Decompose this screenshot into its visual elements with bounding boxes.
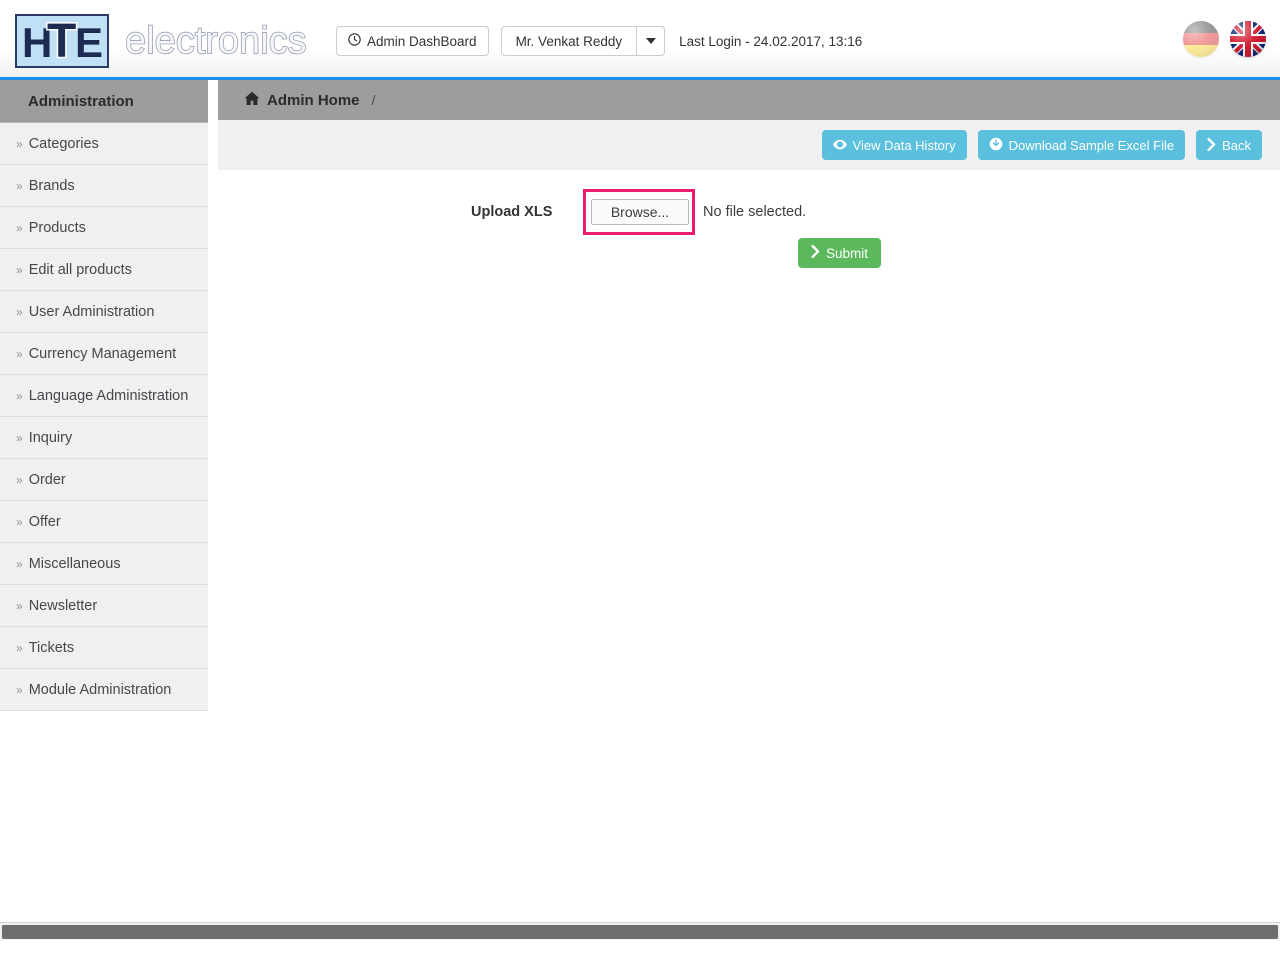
download-circle-icon xyxy=(989,137,1003,153)
sidebar-nav: Administration » Categories » Brands » P… xyxy=(0,80,208,711)
sidebar-item-user-administration[interactable]: » User Administration xyxy=(0,291,208,333)
chevron-right-icon xyxy=(811,245,820,261)
logo-wordmark: electronics xyxy=(124,19,307,62)
sidebar-title: Administration xyxy=(0,80,208,123)
sidebar-item-products[interactable]: » Products xyxy=(0,207,208,249)
sidebar-item-label: Categories xyxy=(28,135,99,152)
submit-row: Submit xyxy=(218,238,1280,268)
sidebar-item-label: Brands xyxy=(28,177,75,194)
view-data-history-button[interactable]: View Data History xyxy=(821,130,967,160)
chevron-double-right-icon: » xyxy=(16,682,23,697)
hte-logo-mark: H T E xyxy=(15,14,109,68)
chevron-double-right-icon: » xyxy=(16,262,23,277)
sidebar-item-label: Tickets xyxy=(28,639,75,656)
sidebar-item-tickets[interactable]: » Tickets xyxy=(0,627,208,669)
view-data-history-label: View Data History xyxy=(852,137,956,153)
sidebar-item-currency-management[interactable]: » Currency Management xyxy=(0,333,208,375)
sidebar-item-brands[interactable]: » Brands xyxy=(0,165,208,207)
sidebar-item-label: Module Administration xyxy=(28,681,172,698)
home-icon[interactable] xyxy=(244,91,260,110)
download-sample-excel-button[interactable]: Download Sample Excel File xyxy=(977,130,1186,160)
chevron-double-right-icon: » xyxy=(16,430,23,445)
chevron-double-right-icon: » xyxy=(16,514,23,529)
chevron-double-right-icon: » xyxy=(16,304,23,319)
clock-icon xyxy=(348,33,361,49)
sidebar-item-categories[interactable]: » Categories xyxy=(0,123,208,165)
file-selection-status: No file selected. xyxy=(703,204,807,220)
chevron-down-icon xyxy=(645,38,656,44)
breadcrumb: Admin Home / xyxy=(218,80,1280,120)
back-button[interactable]: Back xyxy=(1196,130,1262,160)
sidebar-item-label: Language Administration xyxy=(28,387,189,404)
download-sample-excel-label: Download Sample Excel File xyxy=(1008,137,1175,153)
sidebar-item-label: Offer xyxy=(28,513,61,530)
sidebar-item-inquiry[interactable]: » Inquiry xyxy=(0,417,208,459)
admin-dashboard-button[interactable]: Admin DashBoard xyxy=(336,26,489,56)
sidebar-item-label: Miscellaneous xyxy=(28,555,121,572)
chevron-double-right-icon: » xyxy=(16,640,23,655)
last-login-text: Last Login - 24.02.2017, 13:16 xyxy=(679,33,863,49)
chevron-double-right-icon: » xyxy=(16,598,23,613)
language-switcher xyxy=(1183,21,1266,57)
sidebar-item-label: Products xyxy=(28,219,86,236)
horizontal-scrollbar-thumb[interactable] xyxy=(2,925,1278,939)
sidebar-item-newsletter[interactable]: » Newsletter xyxy=(0,585,208,627)
sidebar-item-language-administration[interactable]: » Language Administration xyxy=(0,375,208,417)
main-content: Admin Home / View Data History Download … xyxy=(218,80,1280,940)
submit-button[interactable]: Submit xyxy=(798,238,882,268)
chevron-double-right-icon: » xyxy=(16,346,23,361)
chevron-right-icon xyxy=(1207,137,1216,153)
file-input-highlight: Browse... xyxy=(583,189,695,235)
admin-dashboard-label: Admin DashBoard xyxy=(367,33,477,49)
chevron-double-right-icon: » xyxy=(16,178,23,193)
sidebar-item-edit-all-products[interactable]: » Edit all products xyxy=(0,249,208,291)
sidebar-item-label: Order xyxy=(28,471,66,488)
chevron-double-right-icon: » xyxy=(16,220,23,235)
breadcrumb-separator: / xyxy=(371,92,376,108)
user-menu-button[interactable]: Mr. Venkat Reddy xyxy=(500,26,638,56)
upload-xls-row: Upload XLS Browse... No file selected. xyxy=(218,189,1280,235)
header-controls: Admin DashBoard Mr. Venkat Reddy Last Lo… xyxy=(336,26,862,56)
sidebar-item-order[interactable]: » Order xyxy=(0,459,208,501)
sidebar-item-miscellaneous[interactable]: » Miscellaneous xyxy=(0,543,208,585)
logo-letter-e: E xyxy=(74,19,103,66)
upload-form: Upload XLS Browse... No file selected. S… xyxy=(218,170,1280,940)
brand-logo[interactable]: H T E electronics xyxy=(15,14,307,68)
chevron-double-right-icon: » xyxy=(16,388,23,403)
logo-letter-t: T xyxy=(45,15,77,68)
submit-label: Submit xyxy=(826,245,869,261)
upload-xls-label: Upload XLS xyxy=(471,204,553,220)
sidebar-item-label: Newsletter xyxy=(28,597,98,614)
sidebar-item-label: User Administration xyxy=(28,303,155,320)
breadcrumb-home-label[interactable]: Admin Home xyxy=(267,92,360,109)
eye-icon xyxy=(832,139,847,152)
browse-button[interactable]: Browse... xyxy=(591,199,689,225)
uk-flag-icon[interactable] xyxy=(1230,21,1266,57)
action-toolbar: View Data History Download Sample Excel … xyxy=(218,120,1280,170)
chevron-double-right-icon: » xyxy=(16,472,23,487)
back-label: Back xyxy=(1222,137,1251,153)
user-menu-caret-button[interactable] xyxy=(637,26,666,56)
page-body: Administration » Categories » Brands » P… xyxy=(0,80,1280,940)
horizontal-scrollbar[interactable] xyxy=(0,922,1280,940)
german-flag-icon[interactable] xyxy=(1183,21,1219,57)
user-name-label: Mr. Venkat Reddy xyxy=(515,33,623,49)
chevron-double-right-icon: » xyxy=(16,556,23,571)
chevron-double-right-icon: » xyxy=(16,136,23,151)
sidebar-item-label: Currency Management xyxy=(28,345,177,362)
sidebar-item-offer[interactable]: » Offer xyxy=(0,501,208,543)
sidebar-item-label: Inquiry xyxy=(28,429,73,446)
sidebar-item-label: Edit all products xyxy=(28,261,132,278)
app-header: H T E electronics Admin DashBoard Mr. Ve… xyxy=(0,0,1280,80)
sidebar-item-module-administration[interactable]: » Module Administration xyxy=(0,669,208,711)
